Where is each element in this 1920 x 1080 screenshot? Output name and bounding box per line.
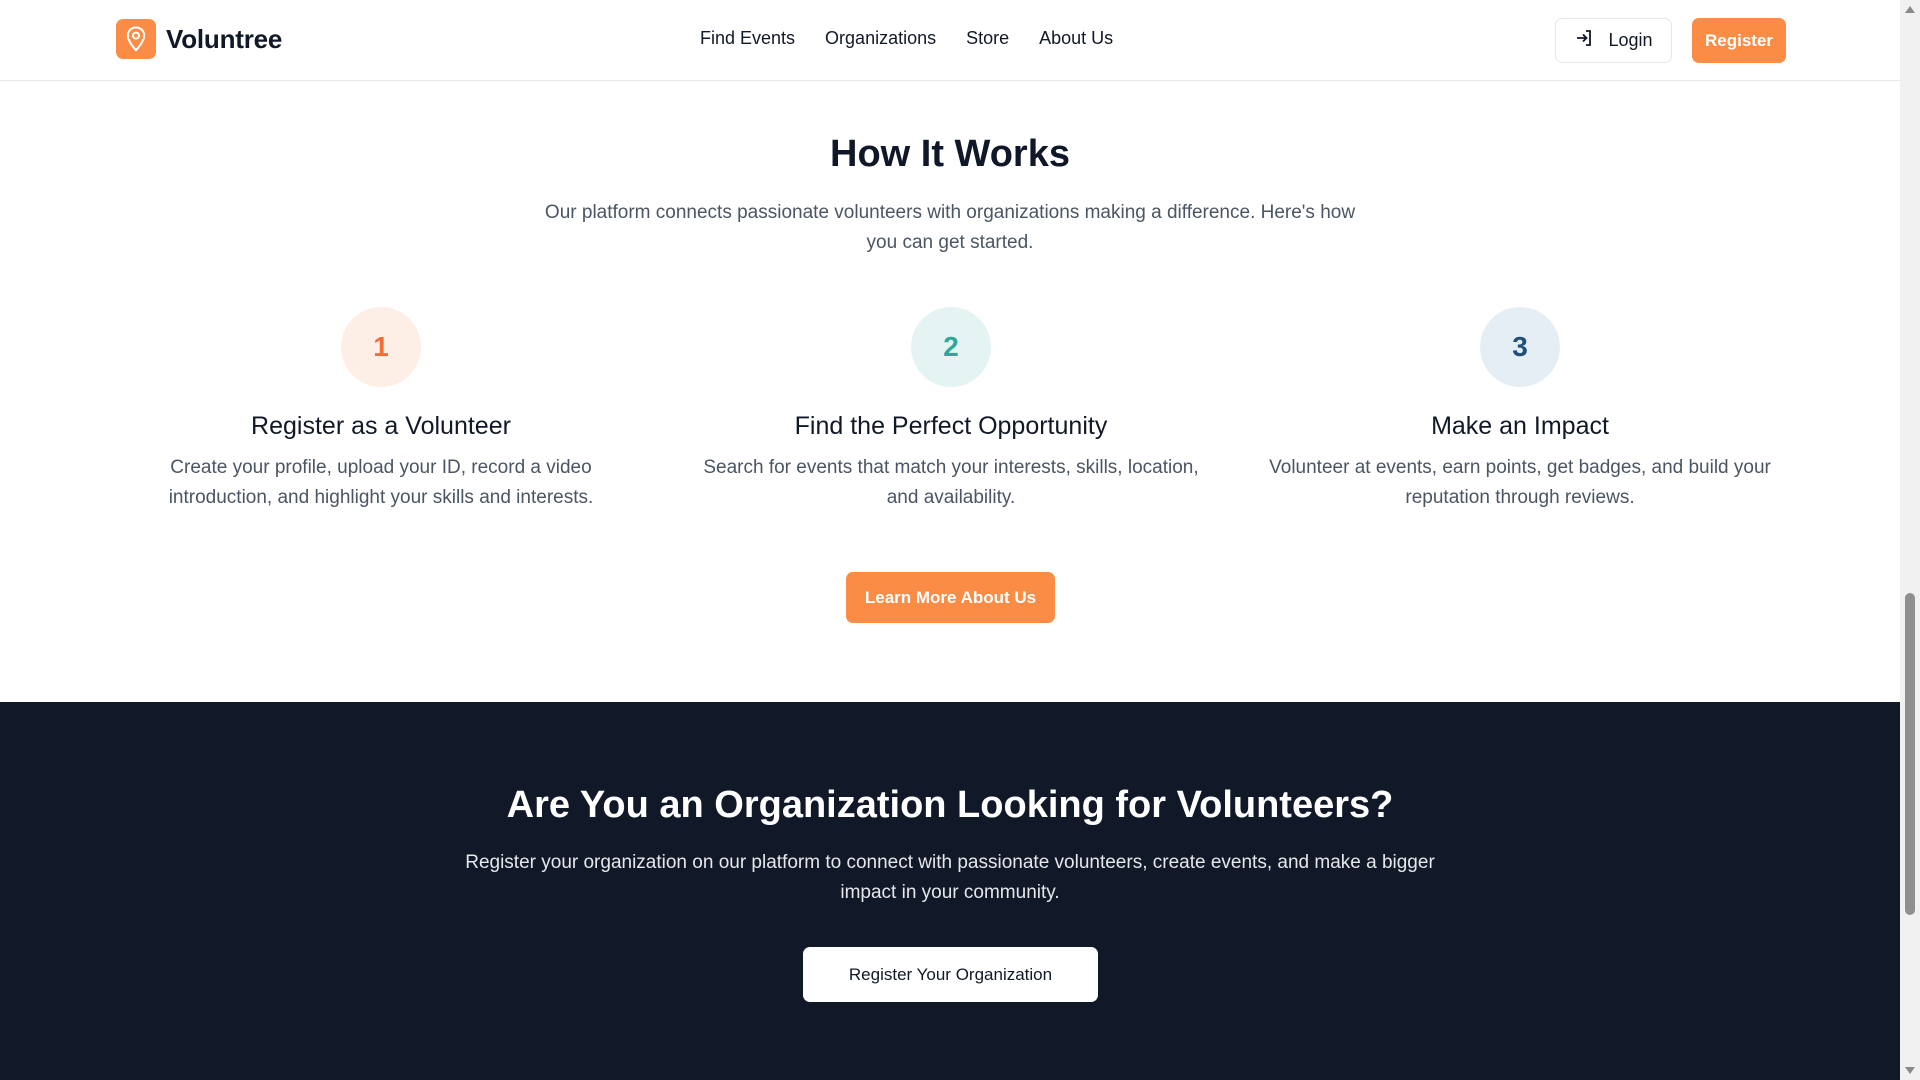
step-card-3: 3 Make an Impact Volunteer at events, ea… <box>1250 307 1790 513</box>
brand-logo[interactable]: Voluntree <box>116 19 282 59</box>
step-title-1: Register as a Volunteer <box>251 412 511 440</box>
step-number-1: 1 <box>341 307 421 387</box>
step-desc-2: Search for events that match your intere… <box>703 457 1199 508</box>
nav-organizations[interactable]: Organizations <box>825 28 936 49</box>
register-organization-button[interactable]: Register Your Organization <box>803 947 1098 1002</box>
learn-more-button[interactable]: Learn More About Us <box>846 572 1055 623</box>
nav-about-us[interactable]: About Us <box>1039 28 1113 49</box>
how-it-works-subtitle: Our platform connects passionate volunte… <box>544 202 1356 253</box>
step-card-2: 2 Find the Perfect Opportunity Search fo… <box>681 307 1221 513</box>
organization-cta-section: Are You an Organization Looking for Volu… <box>0 702 1900 1080</box>
step-title-2: Find the Perfect Opportunity <box>794 412 1108 440</box>
step-card-1: 1 Register as a Volunteer Create your pr… <box>111 307 651 513</box>
how-it-works-section: How It Works Our platform connects passi… <box>0 81 1900 702</box>
login-arrow-icon <box>1574 28 1594 53</box>
main-nav: Find Events Organizations Store About Us <box>700 28 1113 49</box>
nav-find-events[interactable]: Find Events <box>700 28 795 49</box>
site-header: Voluntree Find Events Organizations Stor… <box>0 0 1900 81</box>
register-button[interactable]: Register <box>1692 18 1786 63</box>
organization-cta-title: Are You an Organization Looking for Volu… <box>506 784 1394 826</box>
brand-name: Voluntree <box>166 23 283 54</box>
scrollbar-thumb[interactable] <box>1905 593 1915 915</box>
step-desc-3: Volunteer at events, earn points, get ba… <box>1269 457 1771 508</box>
step-number-2: 2 <box>911 307 991 387</box>
how-it-works-title: How It Works <box>830 133 1070 175</box>
login-button[interactable]: Login <box>1555 18 1672 63</box>
map-pin-icon <box>116 19 156 59</box>
step-number-3: 3 <box>1480 307 1560 387</box>
step-desc-1: Create your profile, upload your ID, rec… <box>168 457 594 508</box>
login-label: Login <box>1608 30 1653 50</box>
scroll-down-arrow-icon[interactable] <box>1905 1067 1915 1074</box>
step-title-3: Make an Impact <box>1431 412 1609 440</box>
scroll-up-arrow-icon[interactable] <box>1905 6 1915 13</box>
organization-cta-subtitle: Register your organization on our platfo… <box>465 852 1435 903</box>
nav-store[interactable]: Store <box>966 28 1009 49</box>
page-scrollbar[interactable] <box>1900 0 1920 1080</box>
